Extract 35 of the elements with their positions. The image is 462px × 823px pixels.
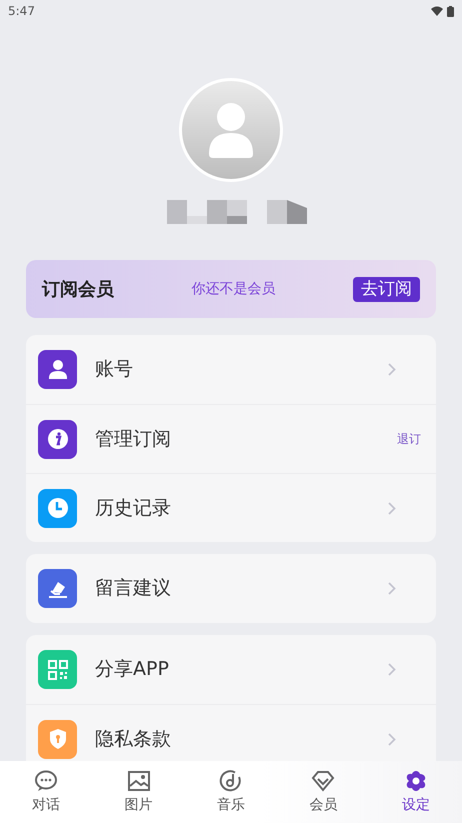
subscribe-button[interactable]: 去订阅 [353,276,420,302]
tab-item[interactable]: 设定 [370,761,462,823]
settings-row[interactable]: 历史记录 [26,473,436,542]
membership-status: 你还不是会员 [192,280,276,298]
row-label: 留言建议 [95,576,172,602]
tab-item[interactable]: 对话 [0,761,92,823]
chevron-icon [388,732,396,746]
battery-icon [447,6,454,16]
unsubscribe-link[interactable]: 退订 [397,430,421,448]
image-icon [126,769,151,793]
tab-item[interactable]: 音乐 [184,761,278,823]
settings-row[interactable]: 分享APP [26,635,436,704]
diamond-icon [311,769,336,793]
status-time: 5:47 [8,3,35,20]
row-label: 账号 [95,357,134,382]
chevron-icon [388,363,396,376]
chevron-icon [388,502,396,514]
clock-icon [46,496,70,520]
settings-row[interactable]: 账号 [26,335,436,404]
row-label: 管理订阅 [95,426,172,452]
settings-row[interactable]: 留言建议 [26,554,436,623]
tab-item[interactable]: 图片 [92,761,185,823]
info-icon [46,427,70,451]
tab-item[interactable]: 会员 [277,761,370,823]
wifi-icon [431,6,443,16]
row-label: 历史记录 [95,496,172,521]
banner-title: 订阅会员 [42,278,114,302]
chevron-icon [388,663,396,676]
settings-row[interactable]: 管理订阅 退订 [26,404,436,473]
row-label: 分享APP [95,657,170,682]
chevron-icon [388,582,396,595]
music-icon [219,769,244,793]
chat-icon [34,769,58,793]
row-label: 隐私条款 [95,726,172,752]
qr-code-icon [46,658,70,682]
